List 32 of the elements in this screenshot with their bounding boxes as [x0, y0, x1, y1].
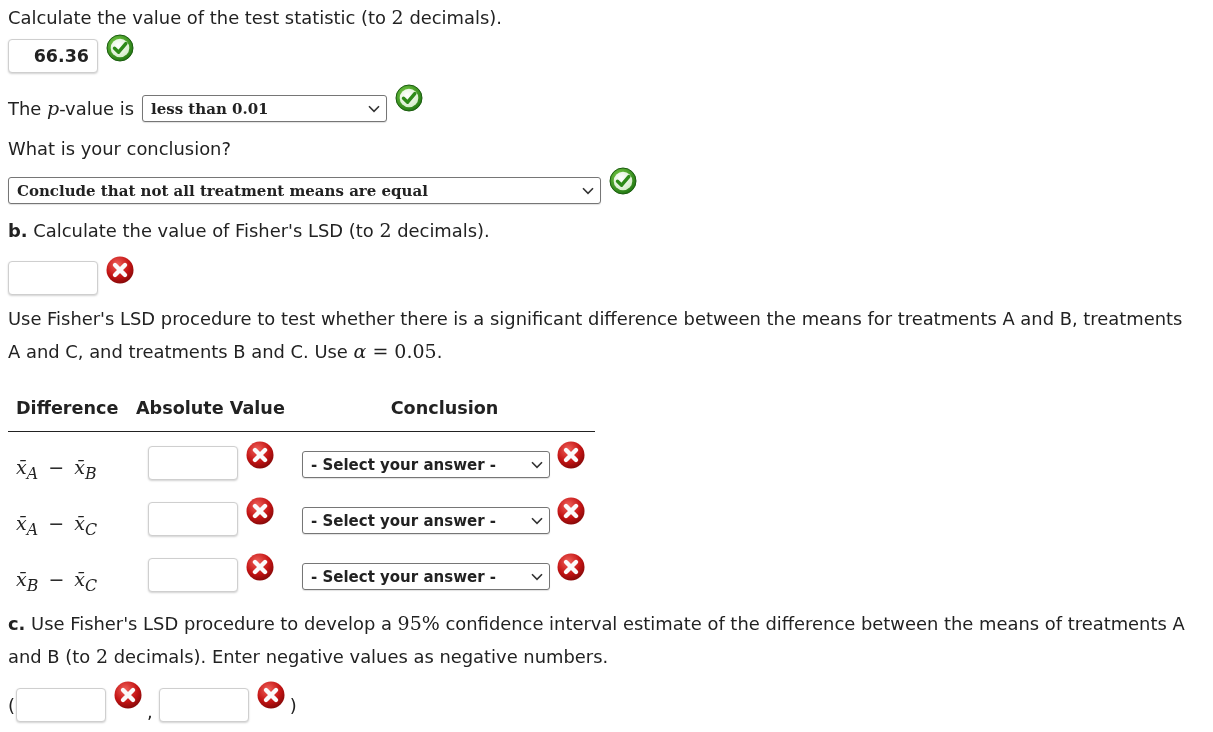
answer-field[interactable]: 66.36: [8, 39, 98, 73]
opening-parenthesis: (: [8, 695, 15, 717]
difference-formula: x̄$_{B}$ − x̄$_{C}$: [16, 568, 98, 590]
answer-field[interactable]: [148, 558, 238, 592]
answer-dropdown[interactable]: - Select your answer -: [302, 451, 550, 478]
answer-field[interactable]: [148, 446, 238, 480]
difference-formula: x̄$_{A}$ − x̄$_{B}$: [16, 456, 97, 478]
answer-dropdown[interactable]: - Select your answer -: [302, 507, 550, 534]
instruction-text: Use Fisher's LSD procedure to test whether there is a significant difference between the means for treatments A and B, treatments A and C, and treatments B and C. Use α = 0.05.: [8, 307, 1184, 364]
answer-dropdown[interactable]: - Select your answer -: [302, 563, 550, 590]
difference-formula: x̄$_{A}$ − x̄$_{C}$: [16, 512, 97, 534]
answer-dropdown[interactable]: Conclude that not all treatment means are equal: [8, 177, 601, 204]
question-text: What is your conclusion?: [8, 138, 232, 160]
column-header: Conclusion: [390, 398, 499, 418]
chevron-down-icon: [531, 460, 543, 469]
question-text: c. Use Fisher's LSD procedure to develop a 95% confidence interval estimate of the difference between the means of treatments A and B (to 2 decimals). Enter negative values as negative numbers.: [8, 611, 1186, 669]
column-header: Difference: [16, 398, 119, 418]
question-text: Calculate the value of the test statistic (to 2 decimals).: [8, 6, 503, 29]
closing-parenthesis: ): [289, 695, 297, 717]
answer-dropdown[interactable]: less than 0.01: [141, 95, 387, 122]
chevron-down-icon: [582, 186, 594, 195]
column-header: Absolute Value: [136, 398, 285, 418]
comma-separator: ,: [147, 701, 153, 723]
answer-field[interactable]: [158, 688, 249, 722]
answer-field[interactable]: [148, 502, 238, 536]
answer-field[interactable]: [16, 688, 106, 722]
question-label: The p-value is: [8, 96, 134, 121]
question-text: b. Calculate the value of Fisher's LSD (to 2 decimals).: [8, 219, 491, 242]
chevron-down-icon: [531, 516, 543, 525]
answer-field[interactable]: [8, 261, 98, 295]
chevron-down-icon: [367, 104, 380, 113]
chevron-down-icon: [531, 572, 543, 581]
